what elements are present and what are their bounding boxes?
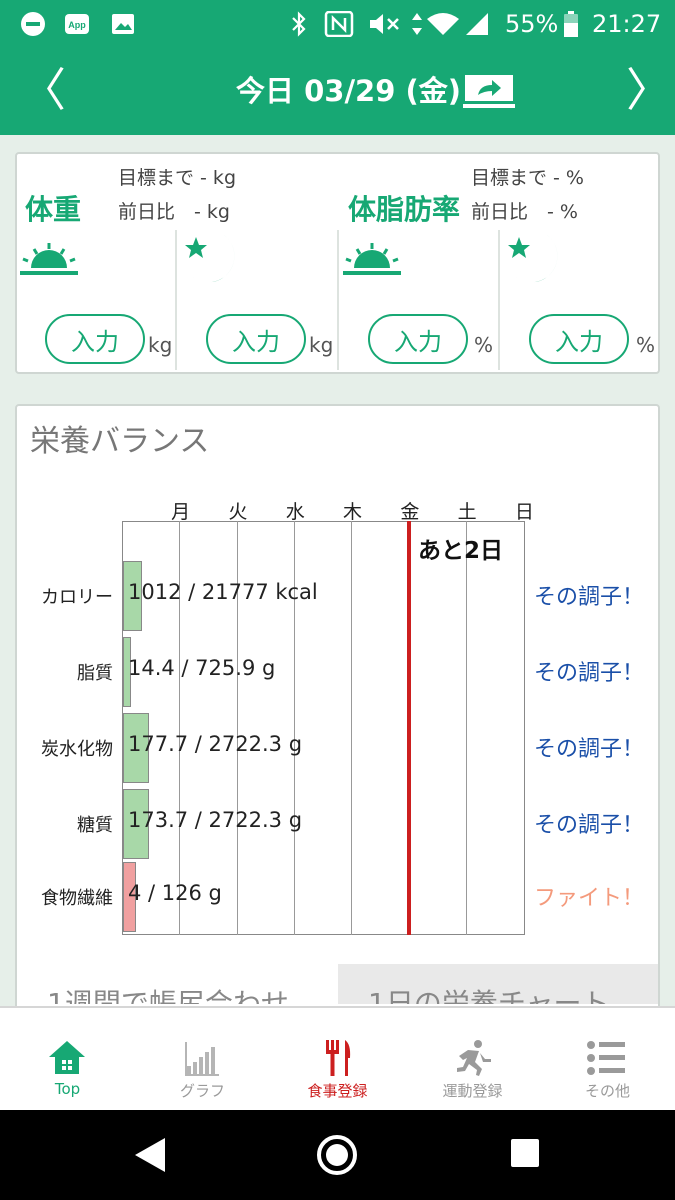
nav-graph[interactable]: グラフ — [135, 1008, 270, 1112]
nutrient-value: 1012 / 21777 kcal — [128, 580, 318, 604]
share-button[interactable] — [463, 73, 515, 109]
nutrient-label: カロリー — [41, 587, 113, 608]
home-icon — [49, 1041, 85, 1074]
weight-night-input-button[interactable]: 入力 — [206, 314, 306, 364]
weekday-label: 日 — [514, 501, 534, 523]
nutrient-value: 177.7 / 2722.3 g — [128, 732, 303, 756]
weight-morning-input-button[interactable]: 入力 — [45, 314, 145, 364]
clock: 21:27 — [592, 10, 662, 38]
weekday-label: 金 — [400, 501, 420, 523]
body-fat-vs-yesterday: 前日比 - % — [471, 201, 578, 223]
body-fat-morning-input-button[interactable]: 入力 — [368, 314, 468, 364]
nav-label: Top — [54, 1080, 81, 1098]
image-notification-icon — [110, 11, 136, 37]
nav-other[interactable]: その他 — [540, 1008, 675, 1112]
nav-meal-log[interactable]: 食事登録 — [270, 1008, 405, 1112]
nav-label: 運動登録 — [442, 1082, 503, 1100]
nutrition-title: 栄養バランス — [30, 424, 210, 459]
nutrient-value: 4 / 126 g — [128, 881, 222, 905]
body-fat-night-input-button[interactable]: 入力 — [529, 314, 629, 364]
today-marker — [407, 521, 411, 935]
nutrient-label: 炭水化物 — [41, 739, 113, 760]
nfc-icon — [324, 11, 354, 37]
nutrient-status: その調子！ — [534, 585, 645, 610]
signal-icon — [464, 11, 490, 37]
home-button-icon[interactable] — [316, 1134, 358, 1176]
bottom-navigation: Top グラフ 食事登録 運動登録 その他 — [0, 1006, 675, 1110]
share-icon — [463, 75, 515, 108]
bar-chart-icon — [185, 1042, 219, 1076]
weight-vs-yesterday: 前日比 - kg — [118, 201, 230, 223]
mute-icon — [368, 11, 402, 37]
day-gridline — [466, 521, 467, 935]
weekday-label: 木 — [343, 501, 363, 523]
nav-top[interactable]: Top — [0, 1008, 135, 1112]
nav-exercise-log[interactable]: 運動登録 — [405, 1008, 540, 1112]
app-header: 〈 今日 03/29 (金) 〉 — [0, 48, 675, 135]
date-title: 今日 03/29 (金) — [236, 74, 462, 108]
nutrient-status: その調子！ — [534, 661, 645, 686]
battery-icon — [563, 11, 579, 37]
unit-label: kg — [148, 333, 173, 357]
nav-label: グラフ — [179, 1082, 225, 1100]
bluetooth-icon — [289, 11, 309, 37]
recents-icon[interactable] — [510, 1138, 540, 1168]
svg-text:App: App — [68, 20, 86, 30]
night-icon — [185, 235, 235, 283]
back-icon[interactable] — [132, 1136, 168, 1174]
remaining-days-label: あと2日 — [418, 538, 504, 564]
divider — [337, 230, 339, 370]
weekday-label: 月 — [171, 501, 191, 523]
fork-knife-icon — [326, 1040, 351, 1076]
body-fat-label: 体脂肪率 — [348, 193, 461, 226]
list-icon — [587, 1041, 625, 1075]
system-navigation-bar — [0, 1110, 675, 1200]
tab-daily-chart[interactable]: 1日の栄養チャート — [338, 964, 658, 1004]
battery-percentage: 55% — [505, 10, 559, 38]
divider — [498, 230, 500, 370]
nutrient-value: 173.7 / 2722.3 g — [128, 808, 303, 832]
nutrient-label: 食物繊維 — [41, 888, 113, 909]
divider — [175, 230, 177, 370]
data-arrows-icon — [410, 11, 424, 37]
weekday-label: 水 — [285, 501, 305, 523]
body-fat-to-goal: 目標まで - % — [471, 167, 584, 189]
nutrient-label: 糖質 — [77, 815, 113, 836]
nutrient-status: ファイト！ — [534, 886, 645, 911]
status-bar: App 55% 21:27 — [0, 0, 675, 48]
weekday-label: 土 — [457, 501, 477, 523]
weight-label: 体重 — [25, 193, 82, 226]
prev-day-button[interactable]: 〈 — [20, 64, 66, 116]
nutrient-status: その調子！ — [534, 813, 645, 838]
weekday-label: 火 — [228, 501, 248, 523]
unit-label: kg — [309, 333, 334, 357]
sunrise-icon — [20, 243, 78, 275]
weight-to-goal: 目標まで - kg — [118, 167, 236, 189]
nutrient-status: その調子！ — [534, 737, 645, 762]
next-day-button[interactable]: 〉 — [626, 64, 672, 116]
runner-icon — [457, 1040, 491, 1076]
do-not-disturb-icon — [20, 11, 46, 37]
wifi-icon — [426, 11, 460, 37]
sunrise-icon — [343, 243, 401, 275]
nutrient-label: 脂質 — [77, 663, 113, 684]
night-icon — [508, 235, 558, 283]
app-notification-icon: App — [64, 11, 90, 37]
unit-label: % — [474, 333, 494, 357]
nav-label: 食事登録 — [307, 1082, 368, 1100]
day-gridline — [351, 521, 352, 935]
unit-label: % — [636, 333, 656, 357]
nav-label: その他 — [584, 1082, 630, 1100]
nutrient-value: 14.4 / 725.9 g — [128, 656, 276, 680]
tab-weekly-balance[interactable]: 1週間で帳尻合わせ — [17, 964, 337, 1004]
